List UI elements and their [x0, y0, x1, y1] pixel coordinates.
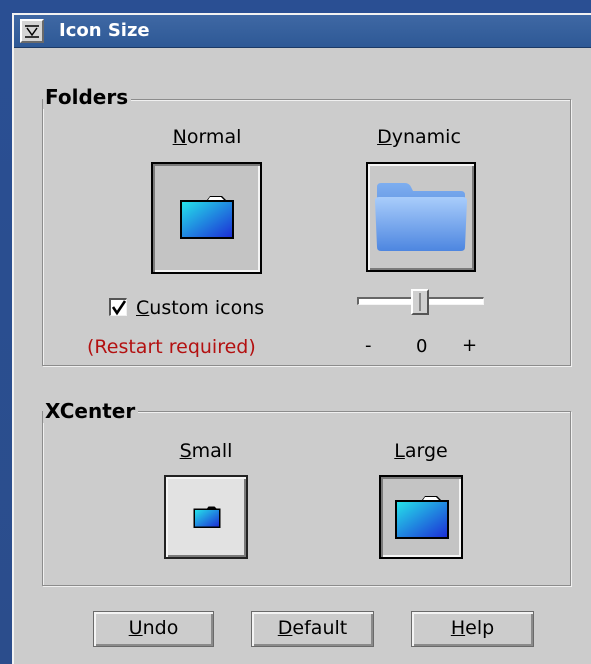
folder-icon [375, 183, 467, 251]
slider-tick-zero: 0 [416, 336, 428, 357]
normal-icon-button[interactable] [151, 162, 262, 274]
normal-label: Normal [172, 126, 242, 148]
folders-group-label: Folders [43, 85, 132, 109]
custom-icons-checkbox[interactable] [109, 298, 127, 316]
undo-button[interactable]: Undo [93, 611, 214, 647]
folder-icon [180, 196, 234, 239]
title-bar[interactable]: Icon Size [14, 15, 591, 48]
custom-icons-label: Custom icons [136, 297, 265, 319]
large-label: Large [394, 440, 448, 462]
dynamic-label: Dynamic [377, 126, 461, 148]
folders-group [42, 99, 571, 366]
checkmark-icon [111, 300, 127, 316]
folder-icon [193, 506, 221, 528]
chevron-down-icon [25, 25, 39, 38]
icon-size-dialog: Icon Size Folders Normal Dynamic Custom … [12, 13, 591, 664]
slider-tick-plus: + [462, 335, 478, 356]
folder-icon [395, 496, 449, 539]
small-icon-button[interactable] [164, 475, 248, 559]
xcenter-group [42, 411, 571, 586]
default-button[interactable]: Default [251, 611, 374, 647]
window-title: Icon Size [59, 20, 150, 41]
xcenter-group-label: XCenter [43, 399, 139, 423]
slider-tick-minus: - [365, 335, 372, 356]
icon-size-slider-thumb[interactable] [411, 289, 429, 315]
system-menu-button[interactable] [20, 19, 44, 43]
restart-required-note: (Restart required) [87, 336, 256, 358]
large-icon-button[interactable] [379, 475, 463, 559]
help-button[interactable]: Help [411, 611, 534, 647]
dynamic-icon-button[interactable] [366, 162, 476, 272]
small-label: Small [179, 440, 233, 462]
